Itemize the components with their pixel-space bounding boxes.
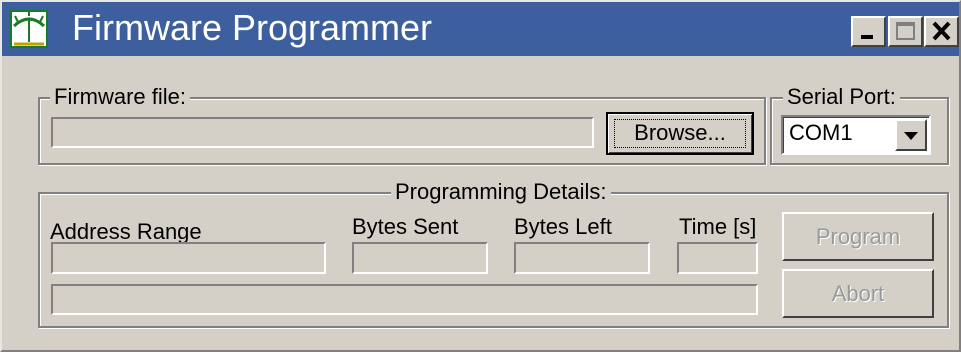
serial-port-legend: Serial Port:	[783, 85, 900, 109]
maximize-button[interactable]	[888, 16, 923, 47]
serial-port-select[interactable]: COM1	[781, 115, 931, 155]
time-field	[677, 242, 758, 274]
browse-button[interactable]: Browse...	[606, 112, 754, 155]
address-range-field	[51, 242, 326, 274]
serial-port-value: COM1	[789, 120, 853, 145]
close-icon	[932, 21, 951, 41]
dropdown-button[interactable]	[895, 119, 927, 151]
program-button[interactable]: Program	[782, 212, 934, 261]
firmware-file-legend: Firmware file:	[50, 85, 191, 109]
close-button[interactable]	[924, 16, 959, 47]
firmware-file-field[interactable]	[51, 117, 594, 148]
bytes-left-field	[514, 242, 650, 274]
minimize-icon	[861, 35, 873, 39]
programming-progress-bar	[51, 284, 758, 315]
antenna-icon	[10, 10, 48, 48]
time-label: Time [s]	[679, 214, 757, 239]
bytes-sent-field	[352, 242, 488, 274]
firmware-programmer-window: Firmware Programmer Firmware file: Brows…	[0, 0, 961, 352]
chevron-down-icon	[904, 132, 918, 140]
focus-rectangle	[614, 119, 746, 148]
abort-button[interactable]: Abort	[782, 269, 934, 318]
address-range-label: Address Range	[50, 219, 202, 244]
programming-details-legend: Programming Details:	[391, 180, 611, 204]
bytes-left-label: Bytes Left	[514, 214, 612, 239]
bytes-sent-label: Bytes Sent	[352, 214, 459, 239]
maximize-icon	[896, 22, 915, 40]
window-title: Firmware Programmer	[72, 7, 433, 48]
title-bar[interactable]: Firmware Programmer	[2, 2, 959, 56]
minimize-button[interactable]	[851, 16, 886, 47]
